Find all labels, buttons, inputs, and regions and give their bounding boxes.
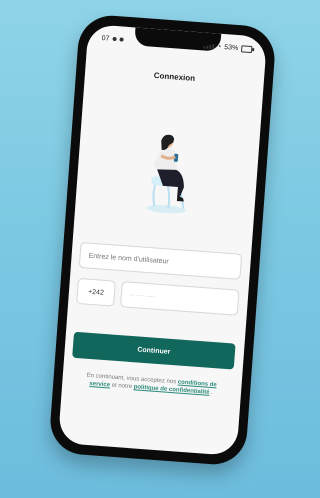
person-sitting-illustration: [146, 134, 187, 214]
app-screen: 07 ◔ 53% Connexion Entrez le nom d'utili…: [57, 24, 268, 456]
status-time: 07: [101, 34, 110, 43]
app-status-icon: [119, 37, 124, 42]
page-title: Connexion: [153, 70, 196, 83]
notification-icon: [112, 36, 117, 42]
country-code-value: +242: [87, 288, 105, 297]
battery-icon: [240, 44, 253, 53]
terms-text-2: et notre: [111, 382, 134, 391]
battery-percentage: 53%: [224, 43, 239, 52]
phone-mockup: 07 ◔ 53% Connexion Entrez le nom d'utili…: [48, 13, 277, 467]
country-code-selector[interactable]: +242: [76, 277, 116, 307]
continue-button[interactable]: Continuer: [72, 331, 236, 370]
signal-icon: [202, 42, 215, 50]
username-placeholder: Entrez le nom d'utilisateur: [88, 252, 170, 266]
status-left: 07: [101, 34, 124, 44]
terms-notice: En continuant, vous acceptez nos conditi…: [76, 371, 227, 398]
phone-number-field[interactable]: ·· ··· ····: [119, 281, 240, 316]
username-field[interactable]: Entrez le nom d'utilisateur: [78, 242, 243, 280]
wifi-icon: ◔: [216, 42, 222, 51]
status-right: ◔ 53%: [202, 42, 253, 53]
terms-text-3: .: [210, 390, 213, 397]
phone-number-placeholder: ·· ··· ····: [129, 291, 155, 301]
